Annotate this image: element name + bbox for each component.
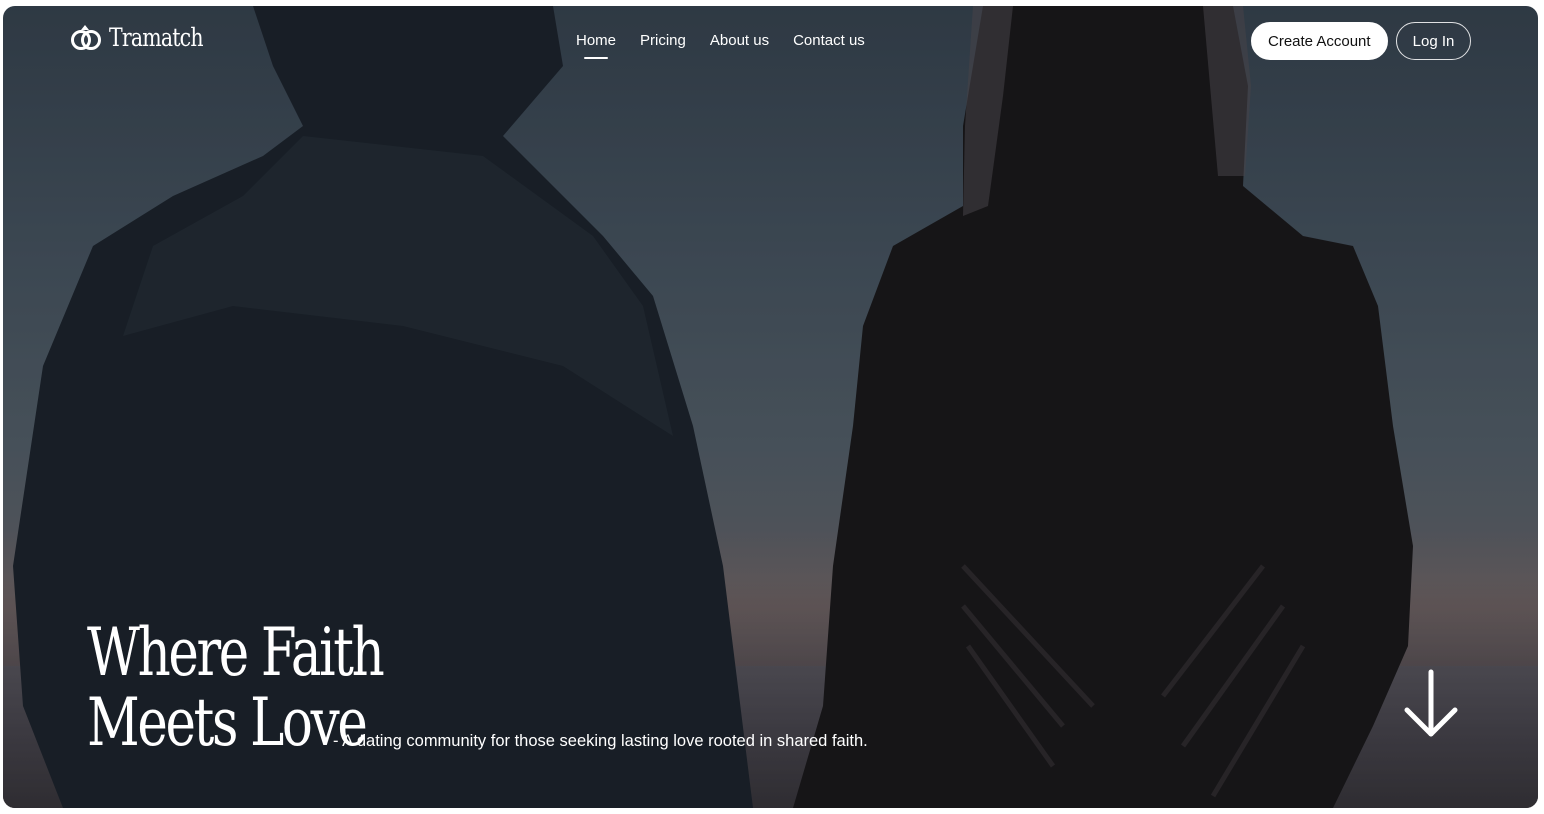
arrow-down-icon[interactable]: [1401, 668, 1461, 740]
nav-about-us[interactable]: About us: [710, 32, 769, 55]
nav-home[interactable]: Home: [576, 32, 616, 59]
brand-name: Tramatch: [109, 22, 204, 52]
hero-tagline: - A dating community for those seeking l…: [333, 732, 868, 750]
log-in-button[interactable]: Log In: [1396, 22, 1471, 60]
headline-line-2: Meets Love: [87, 684, 368, 761]
main-menu: Home Pricing About us Contact us: [576, 32, 865, 59]
interlocked-rings-icon: [71, 25, 101, 50]
create-account-button[interactable]: Create Account: [1251, 22, 1388, 60]
hero-section: Tramatch Home Pricing About us Contact u…: [3, 6, 1538, 808]
nav-contact-us[interactable]: Contact us: [793, 32, 865, 55]
headline-line-1: Where Faith: [87, 614, 385, 691]
top-navigation: Tramatch Home Pricing About us Contact u…: [3, 6, 1538, 78]
nav-pricing[interactable]: Pricing: [640, 32, 686, 55]
brand-logo[interactable]: Tramatch: [69, 20, 223, 54]
